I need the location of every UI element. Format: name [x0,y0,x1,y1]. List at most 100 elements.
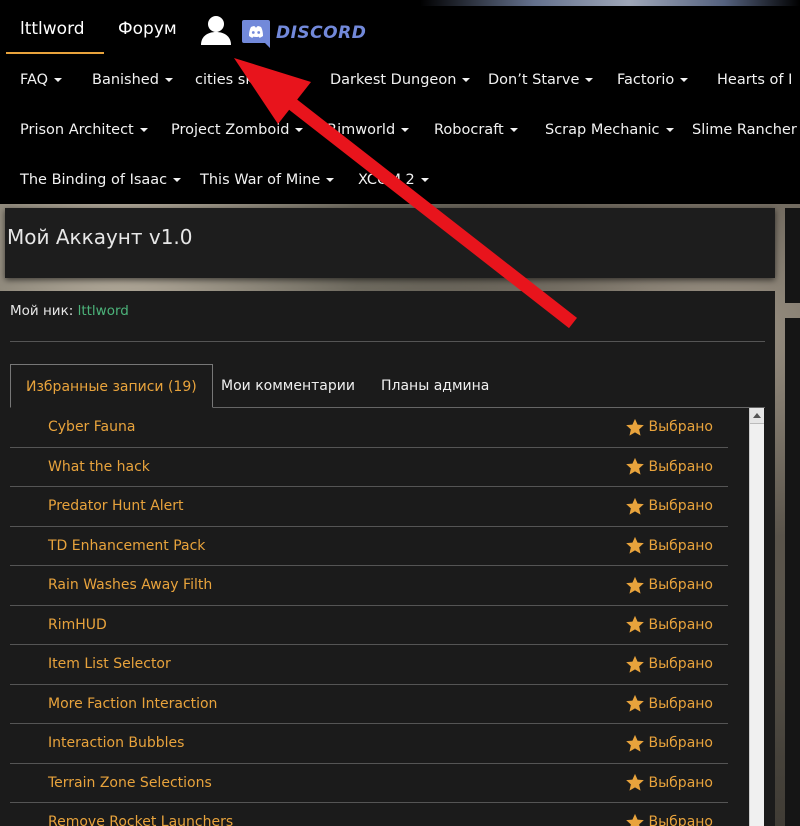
chevron-down-icon [420,178,429,182]
list-item: Predator Hunt Alert Выбрано [10,487,728,527]
top-navbar: lttlword Форум DISCORD FAQ Banished citi… [0,0,800,204]
list-item: Interaction Bubbles Выбрано [10,724,728,764]
favorite-toggle[interactable]: Выбрано [625,448,713,486]
favorite-status: Выбрано [648,735,713,751]
nav-item-rimworld[interactable]: Rimworld [327,105,410,155]
favorite-title-link[interactable]: What the hack [48,448,150,486]
nav-item-darkest-dungeon[interactable]: Darkest Dungeon [330,55,471,105]
favorite-status: Выбрано [648,656,713,672]
forum-link[interactable]: Форум [118,14,177,44]
scrollbar[interactable] [749,408,764,826]
star-icon [625,418,644,436]
favorite-title-link[interactable]: Cyber Fauna [48,408,135,446]
favorite-toggle[interactable]: Выбрано [625,685,713,723]
favorite-toggle[interactable]: Выбрано [625,645,713,683]
star-icon [625,615,644,633]
favorite-status: Выбрано [648,419,713,435]
nav-label: Don’t Starve [488,72,580,88]
brand-link[interactable]: lttlword [6,14,104,54]
favorite-status: Выбрано [648,616,713,633]
chevron-down-icon [295,128,304,132]
nav-label: Rimworld [327,122,396,138]
chevron-down-icon [54,78,63,82]
favorite-toggle[interactable]: Выбрано [625,764,713,802]
favorite-title-link[interactable]: Predator Hunt Alert [48,487,184,525]
favorite-title-link[interactable]: Item List Selector [48,645,171,683]
favorite-toggle[interactable]: Выбрано [625,606,713,644]
nav-item-scrap-mechanic[interactable]: Scrap Mechanic [545,105,674,155]
nav-item-cities-skylines[interactable]: cities sk [195,55,254,105]
nav-item-binding-of-isaac[interactable]: The Binding of Isaac [20,155,182,205]
star-icon [625,773,644,791]
nav-label: cities sk [195,72,254,88]
favorite-toggle[interactable]: Выбрано [625,803,713,826]
nav-item-robocraft[interactable]: Robocraft [434,105,518,155]
favorite-status: Выбрано [648,458,713,475]
nav-item-factorio[interactable]: Factorio [617,55,689,105]
favorite-toggle[interactable]: Выбрано [625,527,713,565]
nav-row-1: FAQ Banished cities sk Darkest Dungeon D… [0,55,800,105]
nav-item-dont-starve[interactable]: Don’t Starve [488,55,594,105]
nav-label: FAQ [20,72,49,88]
nav-label: Darkest Dungeon [330,72,457,88]
favorite-title-link[interactable]: Interaction Bubbles [48,724,184,762]
nav-item-banished[interactable]: Banished [92,55,173,105]
nav-item-prison-architect[interactable]: Prison Architect [20,105,148,155]
favorite-title-link[interactable]: Rain Washes Away Filth [48,566,212,604]
page-title: Мой Аккаунт v1.0 [7,225,193,249]
favorite-title-link[interactable]: More Faction Interaction [48,685,217,723]
account-tabs: Избранные записи (19) Мои комментарии Пл… [10,364,765,408]
tab-favorites[interactable]: Избранные записи (19) [10,364,213,408]
user-icon[interactable] [199,14,233,46]
star-icon [625,536,644,554]
nav-label: Hearts of I [717,72,793,88]
list-item: TD Enhancement Pack Выбрано [10,527,728,566]
nav-row-3: The Binding of Isaac This War of Mine XC… [0,155,800,205]
nav-item-faq[interactable]: FAQ [20,55,63,105]
star-icon [625,813,644,826]
nav-label: Slime Rancher [692,122,797,138]
discord-icon [242,20,270,48]
nav-item-xcom-2[interactable]: XCOM 2 [358,155,429,205]
discord-link[interactable]: DISCORD [240,17,366,49]
nav-item-project-zomboid[interactable]: Project Zomboid [171,105,304,155]
favorite-status: Выбрано [648,498,713,514]
nav-item-slime-rancher[interactable]: Slime Rancher [692,105,797,155]
list-item: Rain Washes Away Filth Выбрано [10,566,728,606]
favorite-status: Выбрано [648,814,713,826]
chevron-down-icon [680,78,689,82]
nav-label: Banished [92,72,159,88]
chevron-down-icon [173,178,182,182]
nav-row-2: Prison Architect Project Zomboid Rimworl… [0,105,800,155]
favorite-title-link[interactable]: RimHUD [48,606,107,644]
chevron-down-icon [509,128,518,132]
favorite-status: Выбрано [648,577,713,593]
scroll-up-button[interactable] [750,408,764,424]
nav-label: Prison Architect [20,122,134,138]
tab-my-comments[interactable]: Мои комментарии [221,364,355,408]
nick-value[interactable]: lttlword [78,303,129,319]
favorite-toggle[interactable]: Выбрано [625,566,713,604]
nav-item-this-war-of-mine[interactable]: This War of Mine [200,155,335,205]
list-item: Item List Selector Выбрано [10,645,728,685]
account-panel: Мой ник: lttlword Избранные записи (19) … [0,291,775,826]
favorite-title-link[interactable]: TD Enhancement Pack [48,527,205,565]
star-icon [625,694,644,712]
favorite-toggle[interactable]: Выбрано [625,487,713,525]
nick-line: Мой ник: lttlword [10,303,129,319]
favorite-title-link[interactable]: Remove Rocket Launchers [48,803,233,826]
favorite-toggle[interactable]: Выбрано [625,724,713,762]
tab-admin-plans[interactable]: Планы админа [381,364,489,408]
chevron-down-icon [401,128,410,132]
favorite-toggle[interactable]: Выбрано [625,408,713,446]
chevron-down-icon [585,78,594,82]
chevron-down-icon [326,178,335,182]
chevron-down-icon [665,128,674,132]
nav-item-hearts-of-iron[interactable]: Hearts of I [717,55,792,105]
favorite-title-link[interactable]: Terrain Zone Selections [48,764,212,802]
chevron-down-icon [164,78,173,82]
star-icon [625,497,644,515]
star-icon [625,576,644,594]
favorites-list: Cyber Fauna Выбрано What the hack Выбрано Pr… [10,408,730,826]
chevron-down-icon [462,78,471,82]
